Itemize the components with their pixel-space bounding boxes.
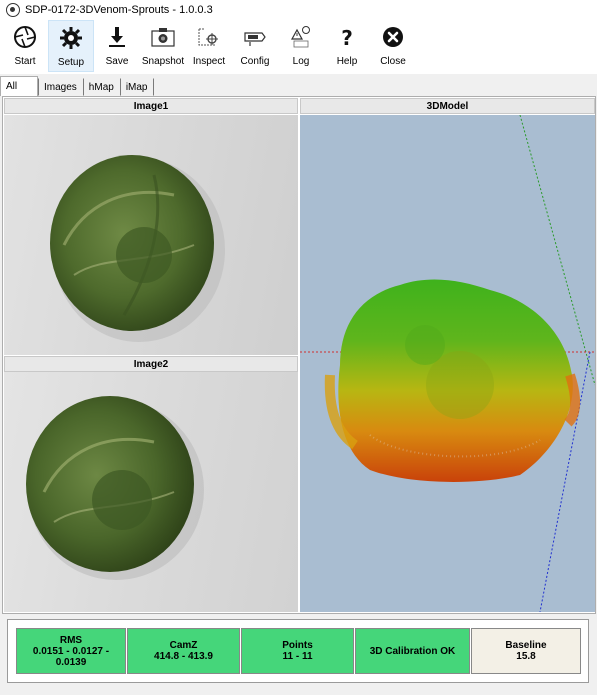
rms-value-line2: 0.0139 — [55, 656, 87, 668]
image2-view[interactable] — [4, 372, 298, 612]
image2-header: Image2 — [4, 356, 298, 372]
question-icon: ? — [333, 23, 361, 51]
title-bar: SDP-0172-3DVenom-Sprouts - 1.0.0.3 — [0, 0, 597, 20]
toolbar: Start Setup Save Snapshot Inspect Config — [0, 20, 597, 74]
save-label: Save — [105, 56, 129, 67]
snapshot-button[interactable]: Snapshot — [140, 20, 186, 72]
log-label: Log — [292, 56, 310, 67]
help-button[interactable]: ? Help — [324, 20, 370, 72]
calibration-status: 3D Calibration OK — [355, 628, 470, 674]
config-button[interactable]: Config — [232, 20, 278, 72]
rms-value-line1: 0.0151 - 0.0127 - — [32, 645, 110, 657]
sprout-image-1 — [50, 155, 225, 342]
tab-hmap[interactable]: hMap — [82, 78, 120, 96]
svg-text:?: ? — [341, 26, 353, 49]
setup-button[interactable]: Setup — [48, 20, 94, 72]
image1-view[interactable] — [4, 115, 298, 355]
camera-icon — [149, 23, 177, 51]
rms-status: RMS 0.0151 - 0.0127 - 0.0139 — [16, 628, 126, 674]
help-label: Help — [336, 56, 358, 67]
baseline-label: Baseline — [505, 640, 547, 651]
gear-icon — [57, 24, 85, 52]
baseline-status: Baseline 15.8 — [471, 628, 581, 674]
tab-imap[interactable]: iMap — [119, 78, 154, 96]
calibration-text: 3D Calibration OK — [369, 645, 456, 657]
points-value: 11 - 11 — [282, 651, 313, 662]
inspect-button[interactable]: Inspect — [186, 20, 232, 72]
tab-all[interactable]: All — [0, 76, 38, 96]
app-logo-icon — [6, 3, 20, 17]
close-icon — [379, 23, 407, 51]
point-cloud-render — [300, 115, 595, 612]
inspect-label: Inspect — [192, 56, 226, 67]
download-icon — [103, 23, 131, 51]
rms-label: RMS — [59, 634, 83, 646]
model-3d-view[interactable] — [300, 115, 595, 612]
points-label: Points — [282, 640, 313, 651]
sprout-image-2 — [26, 396, 204, 580]
setup-label: Setup — [57, 57, 85, 68]
start-label: Start — [14, 56, 36, 67]
tab-images[interactable]: Images — [38, 78, 83, 96]
close-button[interactable]: Close — [370, 20, 416, 72]
log-button[interactable]: Log — [278, 20, 324, 72]
model-header: 3DModel — [300, 98, 595, 114]
log-icon — [287, 23, 315, 51]
image1-header: Image1 — [4, 98, 298, 114]
inspect-icon — [195, 23, 223, 51]
camz-label: CamZ — [169, 640, 198, 651]
config-label: Config — [240, 56, 270, 67]
snapshot-label: Snapshot — [141, 56, 185, 67]
shutter-icon — [11, 23, 39, 51]
status-panel: RMS 0.0151 - 0.0127 - 0.0139 CamZ 414.8 … — [7, 619, 589, 683]
start-button[interactable]: Start — [2, 20, 48, 72]
camz-value: 414.8 - 413.9 — [154, 651, 213, 662]
save-button[interactable]: Save — [94, 20, 140, 72]
baseline-value: 15.8 — [516, 651, 536, 662]
points-status: Points 11 - 11 — [241, 628, 354, 674]
window-title: SDP-0172-3DVenom-Sprouts - 1.0.0.3 — [25, 4, 213, 16]
config-icon — [241, 23, 269, 51]
close-label: Close — [380, 56, 406, 67]
camz-status: CamZ 414.8 - 413.9 — [127, 628, 240, 674]
view-tabs: All Images hMap iMap — [0, 76, 597, 96]
